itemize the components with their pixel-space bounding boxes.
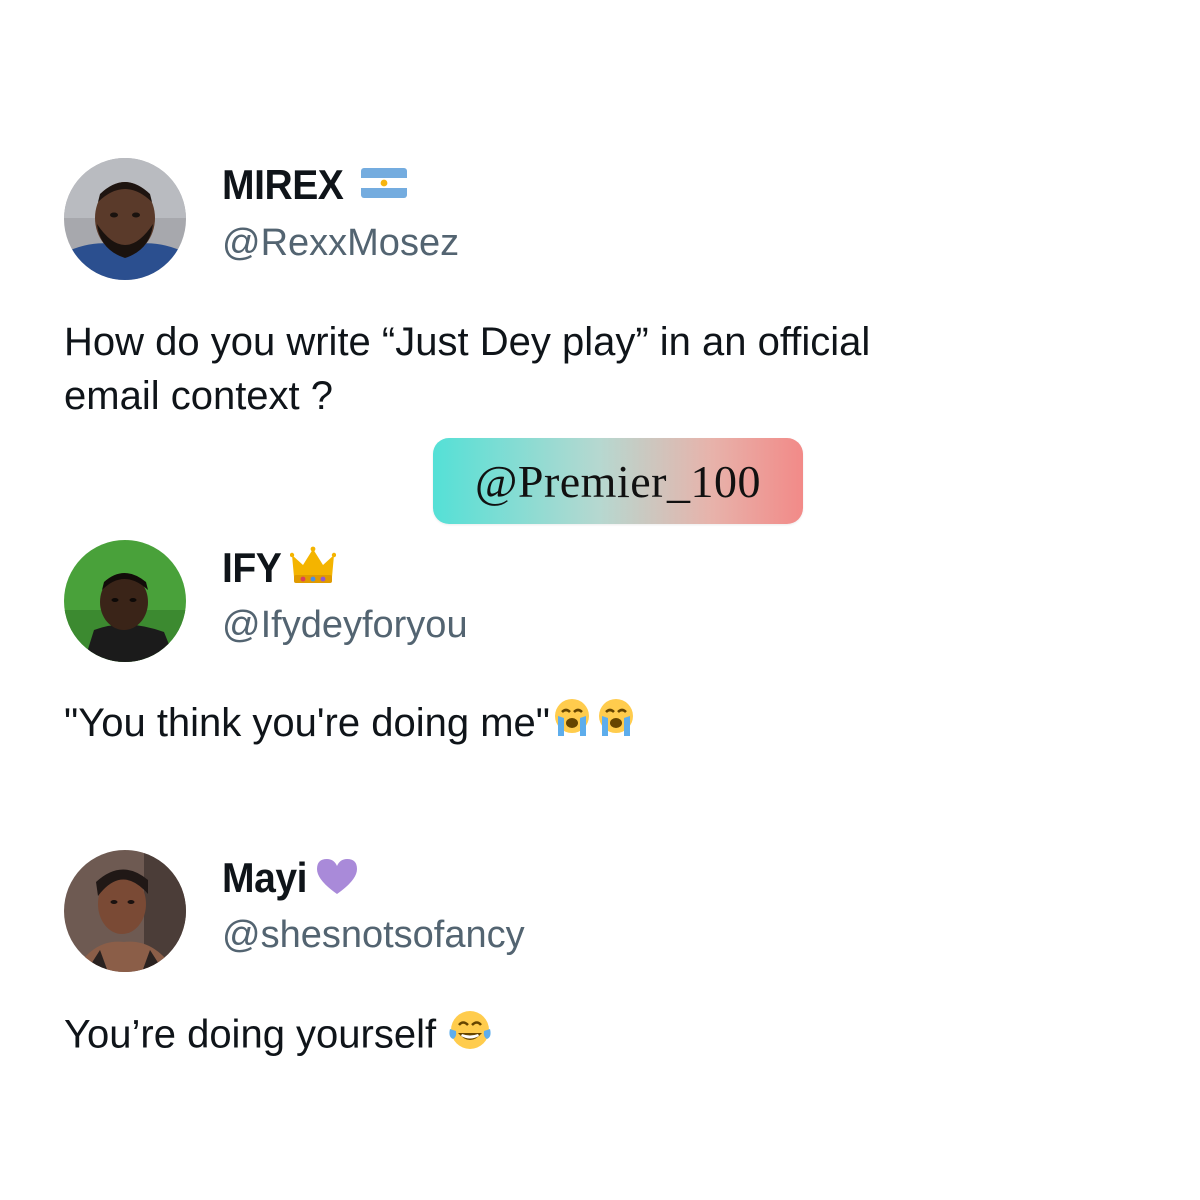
author-name[interactable]: Mayi	[222, 854, 307, 902]
author-handle[interactable]: @Ifydeyforyou	[222, 604, 468, 647]
tweet-text: You’re doing yourself	[64, 1007, 493, 1067]
purple-heart-icon	[315, 856, 359, 901]
avatar[interactable]	[64, 540, 186, 662]
crown-icon	[289, 545, 337, 592]
tweet-text-content: You’re doing yourself	[64, 1012, 448, 1057]
watermark-badge: @Premier_100	[433, 438, 803, 524]
tweet-text-content: "You think you're doing me"	[64, 701, 550, 745]
tears-of-joy-face-icon	[447, 1007, 493, 1067]
author-name[interactable]: IFY	[222, 544, 282, 592]
tweet-text-line: How do you write “Just Dey play” in an o…	[64, 320, 871, 364]
author-name-row: Mayi	[222, 853, 359, 903]
author-handle[interactable]: @shesnotsofancy	[222, 914, 525, 957]
author-name[interactable]: MIREX	[222, 161, 344, 209]
avatar-photo-icon	[64, 850, 186, 972]
author-name-row: IFY	[222, 543, 337, 593]
loudly-crying-face-icon	[594, 696, 638, 754]
argentina-flag-icon	[360, 167, 407, 203]
author-name-row: MIREX	[222, 160, 407, 210]
author-handle[interactable]: @RexxMosez	[222, 222, 459, 265]
tweet-text-line: email context ?	[64, 374, 334, 418]
avatar-photo-icon	[64, 540, 186, 662]
avatar-photo-icon	[64, 158, 186, 280]
watermark-text: @Premier_100	[475, 455, 761, 507]
loudly-crying-face-icon	[550, 696, 594, 754]
avatar[interactable]	[64, 850, 186, 972]
tweet-text: How do you write “Just Dey play” in an o…	[64, 315, 870, 423]
avatar[interactable]	[64, 158, 186, 280]
tweet-text: "You think you're doing me"	[64, 696, 638, 754]
